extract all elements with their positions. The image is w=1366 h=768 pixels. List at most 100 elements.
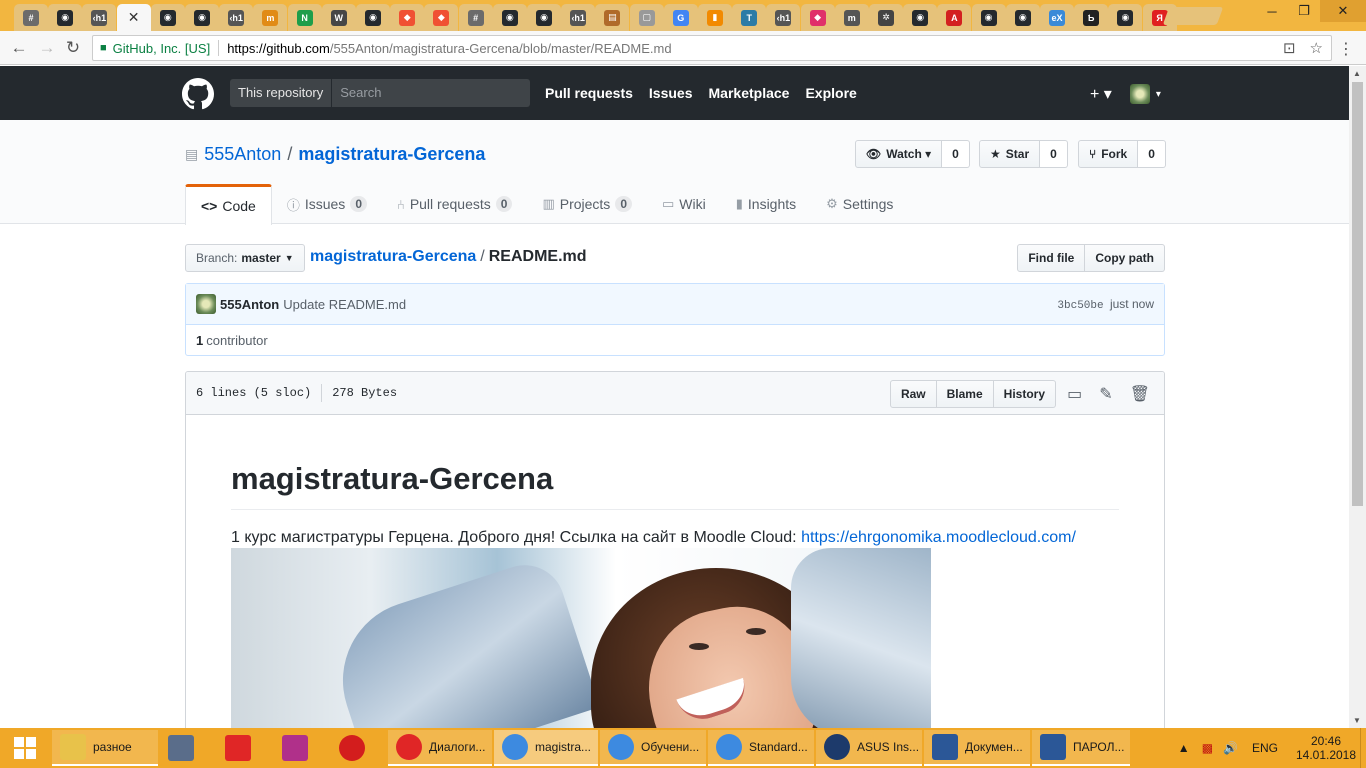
blame-button[interactable]: Blame [936, 380, 994, 408]
browser-tab[interactable]: ◉ [971, 4, 1006, 31]
tab-projects[interactable]: ▥ Projects 0 [527, 184, 647, 224]
browser-tab[interactable]: ▢ [629, 4, 664, 31]
browser-tab[interactable]: ‹h1 [82, 4, 117, 31]
repo-link[interactable]: magistratura-Gercena [298, 144, 485, 165]
tab-code[interactable]: <> Code [185, 184, 272, 225]
taskbar-app[interactable]: magistra... [494, 730, 598, 766]
browser-tab[interactable]: N [287, 4, 322, 31]
close-window-icon[interactable]: ✕ [1320, 0, 1366, 22]
browser-tab[interactable]: G [663, 4, 698, 31]
taskbar-app[interactable] [274, 730, 329, 766]
trash-icon[interactable]: 🗑 [1130, 384, 1150, 403]
taskbar-app[interactable] [217, 730, 272, 766]
branch-select-button[interactable]: Branch: master ▼ [185, 244, 305, 272]
watch-button[interactable]: 👁 Watch ▾ [855, 140, 943, 168]
browser-tab[interactable]: ◆ [800, 4, 835, 31]
page-scrollbar[interactable]: ▲ ▼ [1349, 66, 1366, 728]
network-icon[interactable]: ▩ [1202, 741, 1213, 755]
taskbar-app[interactable]: ПАРОЛ... [1032, 730, 1130, 766]
browser-tab[interactable]: ◉ [1005, 4, 1040, 31]
owner-link[interactable]: 555Anton [204, 144, 281, 165]
browser-tab[interactable]: ✲ [869, 4, 903, 31]
address-bar[interactable]: ■ GitHub, Inc. [US] https://github.com/5… [92, 35, 1332, 61]
copy-path-button[interactable]: Copy path [1085, 244, 1165, 272]
browser-menu-icon[interactable]: ⋮ [1338, 39, 1354, 59]
taskbar-app[interactable]: Обучени... [600, 730, 706, 766]
taskbar-app[interactable]: Докумен... [924, 730, 1030, 766]
browser-tab[interactable]: W [321, 4, 356, 31]
watch-count[interactable]: 0 [942, 140, 970, 168]
browser-tab[interactable]: ▮ [698, 4, 732, 31]
browser-tab[interactable]: Ƅ [1074, 4, 1109, 31]
commit-message[interactable]: Update README.md [283, 297, 406, 312]
nav-explore[interactable]: Explore [805, 85, 856, 101]
volume-icon[interactable]: 🔊 [1223, 741, 1238, 755]
browser-tab[interactable]: ▤ [595, 4, 630, 31]
browser-tab[interactable]: ◉ [150, 4, 185, 31]
reload-icon[interactable]: ↻ [62, 37, 84, 59]
pencil-icon[interactable]: ✎ [1099, 384, 1112, 403]
commit-sha[interactable]: 3bc50be [1057, 300, 1103, 312]
taskbar-app[interactable]: разное [52, 730, 158, 766]
commit-author[interactable]: 555Anton [220, 297, 279, 312]
show-desktop-button[interactable] [1360, 728, 1366, 768]
contributors-row[interactable]: 1 contributor [186, 325, 1164, 356]
minimize-icon[interactable]: ─ [1256, 0, 1288, 22]
back-icon[interactable]: ← [8, 37, 30, 59]
browser-tab[interactable]: ◉ [185, 4, 219, 31]
breadcrumb-repo-link[interactable]: magistratura-Gercena [310, 248, 476, 265]
star-button[interactable]: ★ Star [979, 140, 1041, 168]
moodle-link[interactable]: https://ehrgonomika.moodlecloud.com/ [801, 529, 1076, 546]
tab-wiki[interactable]: ▭ Wiki [647, 184, 721, 224]
browser-tab[interactable]: ◉ [903, 4, 938, 31]
close-icon[interactable]: ✕ [126, 9, 142, 26]
star-count[interactable]: 0 [1040, 140, 1068, 168]
start-button[interactable] [0, 728, 50, 768]
browser-tab[interactable]: m [253, 4, 288, 31]
nav-issues[interactable]: Issues [649, 85, 693, 101]
browser-tab[interactable]: m [834, 4, 869, 31]
translate-icon[interactable]: ⊡ [1283, 39, 1296, 57]
maximize-icon[interactable]: ❐ [1288, 0, 1320, 22]
desktop-icon[interactable]: ▭ [1067, 384, 1082, 403]
browser-tab[interactable]: ◉ [356, 4, 390, 31]
browser-tab[interactable]: ◉ [492, 4, 527, 31]
taskbar-app[interactable]: Standard... [708, 730, 814, 766]
browser-tab[interactable]: ◉ [1108, 4, 1143, 31]
taskbar-app[interactable] [160, 730, 215, 766]
bookmark-star-icon[interactable]: ☆ [1310, 39, 1323, 57]
browser-tab[interactable]: ◆ [424, 4, 459, 31]
scroll-up-icon[interactable]: ▲ [1353, 69, 1361, 78]
browser-tab[interactable]: # [458, 4, 493, 31]
nav-marketplace[interactable]: Marketplace [709, 85, 790, 101]
github-logo-icon[interactable] [182, 78, 214, 110]
fork-count[interactable]: 0 [1138, 140, 1166, 168]
taskbar-app[interactable] [331, 730, 386, 766]
clock[interactable]: 20:46 14.01.2018 [1292, 734, 1360, 762]
language-indicator[interactable]: ENG [1252, 741, 1278, 755]
create-new-button[interactable]: + ▾ [1090, 84, 1112, 104]
avatar[interactable] [196, 294, 216, 314]
secure-indicator[interactable]: ■ GitHub, Inc. [US] [100, 41, 210, 56]
browser-tab[interactable]: ◉ [527, 4, 561, 31]
history-button[interactable]: History [993, 380, 1056, 408]
raw-button[interactable]: Raw [889, 380, 937, 408]
browser-tab[interactable]: ◆ [390, 4, 425, 31]
browser-tab[interactable]: ‹h1 [766, 4, 801, 31]
forward-icon[interactable]: → [36, 37, 58, 59]
search-input[interactable]: Search [332, 79, 389, 107]
browser-tab[interactable]: T [732, 4, 767, 31]
browser-tab[interactable]: # [14, 4, 48, 31]
taskbar-app[interactable]: ASUS Ins... [816, 730, 922, 766]
fork-button[interactable]: ⑂ Fork [1078, 140, 1139, 168]
find-file-button[interactable]: Find file [1017, 244, 1086, 272]
user-menu[interactable]: ▾ [1129, 84, 1161, 104]
tab-pull-requests[interactable]: ⑃ Pull requests 0 [382, 184, 527, 224]
tab-settings[interactable]: ⚙ Settings [811, 184, 908, 224]
browser-tab[interactable]: eX [1040, 4, 1074, 31]
new-tab-button[interactable] [1162, 7, 1224, 25]
scrollbar-thumb[interactable] [1352, 82, 1363, 506]
browser-tab[interactable]: ◉ [48, 4, 83, 31]
browser-tab[interactable]: A [937, 4, 972, 31]
tray-expand-icon[interactable]: ▲ [1178, 741, 1190, 755]
